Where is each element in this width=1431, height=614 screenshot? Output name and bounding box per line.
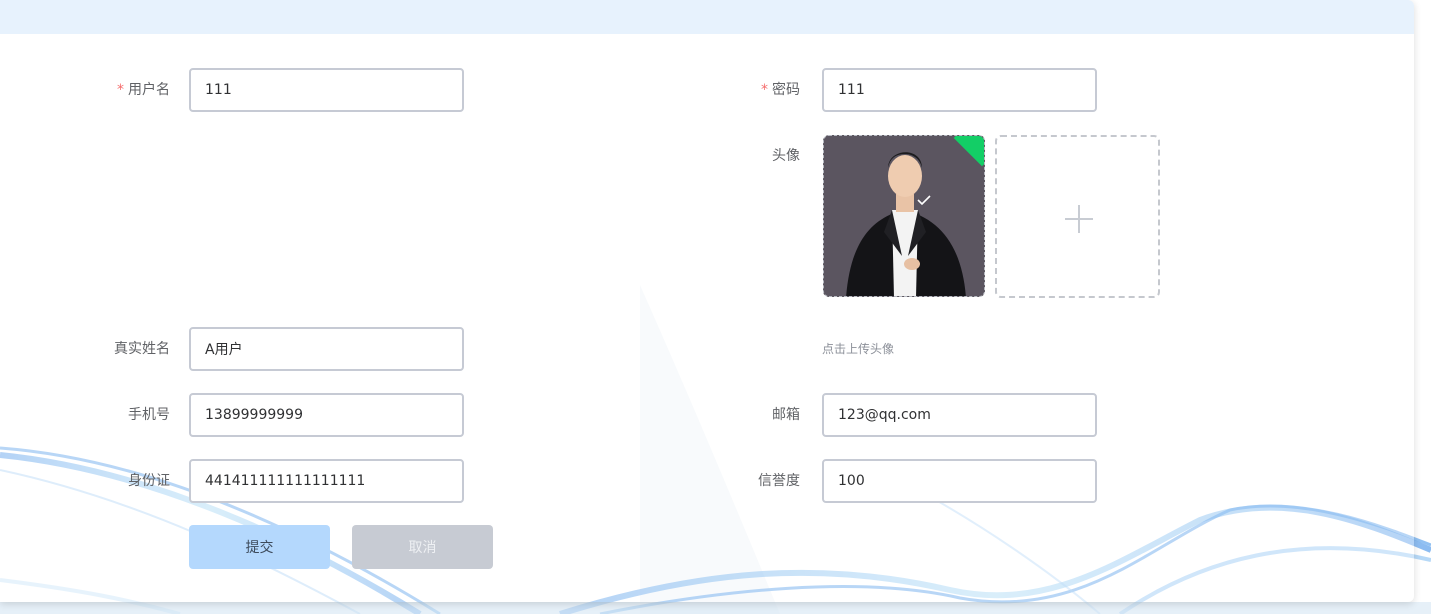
password-input[interactable] (822, 68, 1097, 112)
required-mark: * (117, 82, 124, 98)
password-label: * 密码 (761, 82, 800, 98)
submit-button[interactable]: 提交 (189, 525, 330, 569)
credit-label: 信誉度 (758, 473, 800, 489)
email-label: 邮箱 (772, 407, 800, 423)
realname-label: 真实姓名 (114, 341, 170, 357)
credit-input[interactable] (822, 459, 1097, 503)
username-label: * 用户名 (117, 82, 170, 98)
cancel-button[interactable]: 取消 (352, 525, 493, 569)
idcard-input[interactable] (189, 459, 464, 503)
idcard-label: 身份证 (128, 473, 170, 489)
avatar-upload-hint: 点击上传头像 (822, 342, 895, 356)
plus-icon (1065, 205, 1093, 233)
required-mark: * (761, 82, 768, 98)
phone-input[interactable] (189, 393, 464, 437)
avatar-photo (824, 136, 984, 296)
avatar-upload-button[interactable] (995, 135, 1160, 298)
card-header (0, 0, 1414, 34)
realname-input[interactable] (189, 327, 464, 371)
check-icon (917, 195, 931, 206)
uploaded-avatar[interactable] (823, 135, 985, 297)
username-input[interactable] (189, 68, 464, 112)
email-input[interactable] (822, 393, 1097, 437)
phone-label: 手机号 (128, 407, 170, 423)
avatar-label: 头像 (772, 148, 800, 164)
